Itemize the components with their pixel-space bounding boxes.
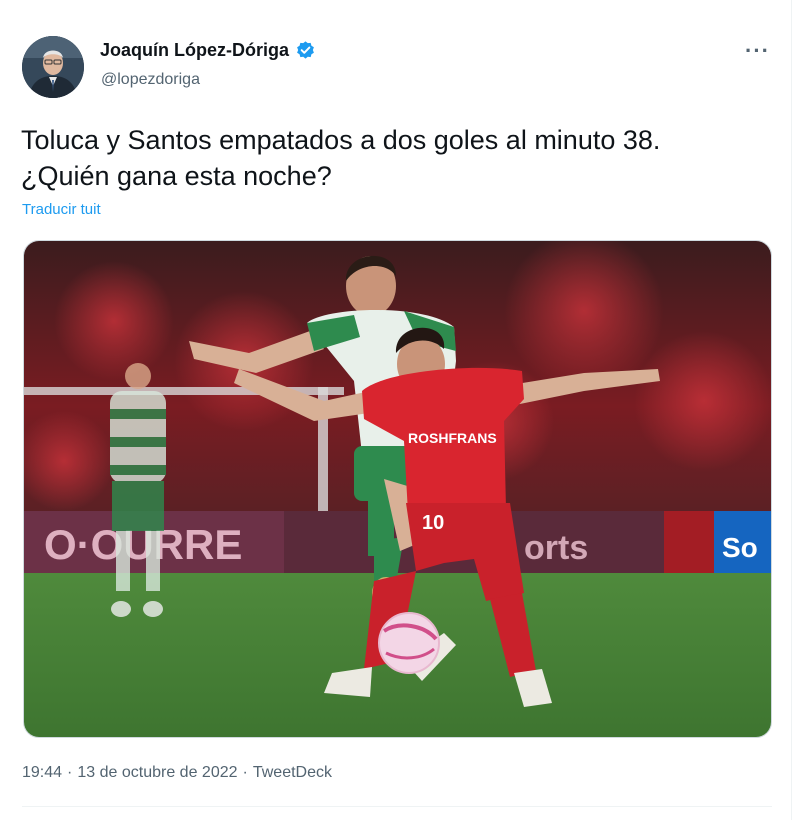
author-name[interactable]: Joaquín López-Dóriga [100,40,289,61]
tweet-time[interactable]: 19:44 [22,764,62,782]
tweet-date[interactable]: 13 de octubre de 2022 [77,764,237,782]
tweet-photo[interactable]: O·OURRE orts So ROSHFRANS 10 [23,240,772,738]
verified-badge-icon [295,40,316,61]
author-row: Joaquín López-Dóriga [100,40,316,61]
meta-separator: · [67,764,73,781]
translate-link[interactable]: Traducir tuit [22,201,101,218]
author-handle[interactable]: @lopezdoriga [101,71,200,89]
tweet-source[interactable]: TweetDeck [253,764,332,782]
jersey-number-text: 10 [422,512,444,534]
meta-separator: · [242,764,248,781]
tweet-text: Toluca y Santos empatados a dos goles al… [21,125,661,191]
svg-text:So: So [722,532,758,563]
bottom-divider [22,806,772,807]
svg-text:orts: orts [524,529,588,567]
jersey-sponsor-text: ROSHFRANS [408,430,497,446]
tweet-metadata: 19:44 · 13 de octubre de 2022 · TweetDec… [22,764,332,782]
more-options-icon[interactable]: ··· [745,38,770,64]
frame-divider [791,0,792,820]
avatar[interactable] [22,36,84,98]
